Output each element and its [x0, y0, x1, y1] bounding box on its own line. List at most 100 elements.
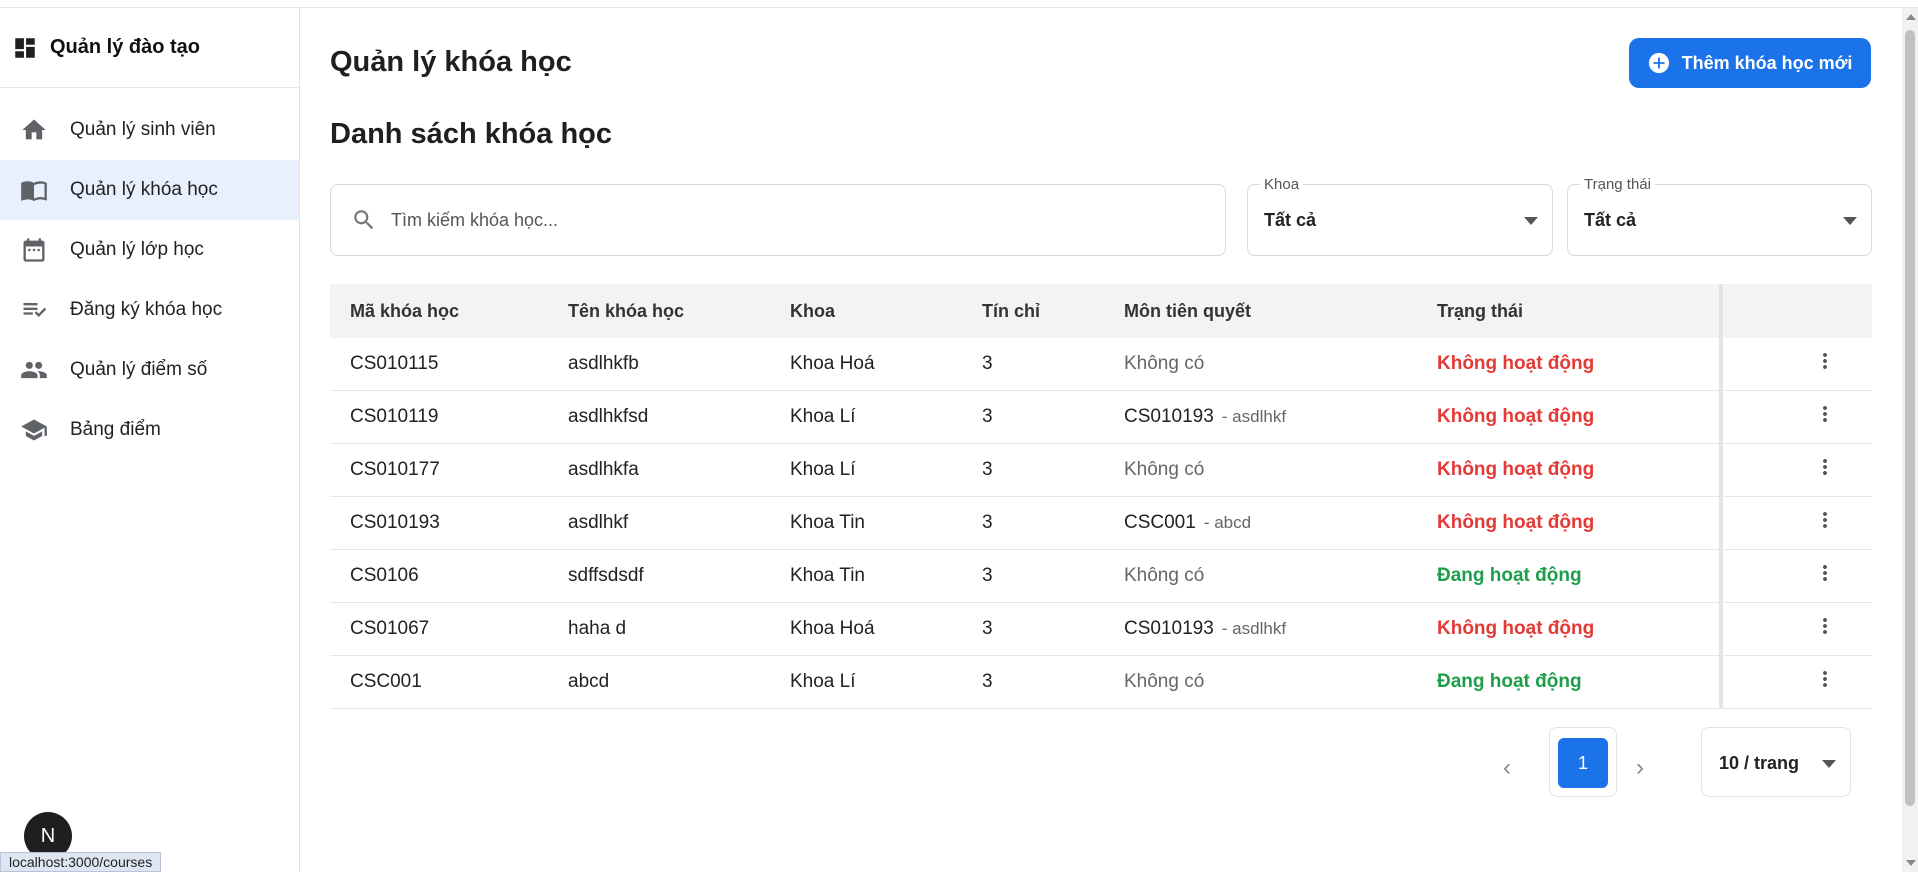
more-vert-icon — [1823, 618, 1827, 634]
table-row[interactable]: CS010177 asdlhkfa Khoa Lí 3 Không có Không ho… — [330, 444, 1872, 497]
course-name: asdlhkfb — [568, 353, 639, 374]
search-icon — [354, 210, 374, 230]
header-status[interactable]: Trạng thái — [1437, 301, 1523, 322]
more-vert-icon — [1823, 512, 1827, 528]
more-vert-icon — [1823, 671, 1827, 687]
row-actions-button[interactable] — [1813, 614, 1837, 644]
course-prerequisite: Không có — [1124, 353, 1204, 375]
sidebar-item-label: Quản lý điểm số — [70, 359, 208, 380]
search-input[interactable] — [391, 209, 1191, 231]
course-code: CS010115 — [350, 353, 439, 374]
status-badge: Không hoạt động — [1437, 459, 1595, 480]
row-actions-button[interactable] — [1813, 667, 1837, 697]
course-credits: 3 — [982, 406, 993, 427]
sidebar-item-classes[interactable]: Quản lý lớp học — [0, 220, 299, 280]
table-header: Mã khóa học Tên khóa học Khoa Tín chỉ Mô… — [330, 284, 1872, 338]
sidebar-item-registration[interactable]: Đăng ký khóa học — [0, 280, 299, 340]
sidebar-item-grades[interactable]: Quản lý điểm số — [0, 340, 299, 400]
header-code[interactable]: Mã khóa học — [350, 301, 459, 322]
table-body: CS010115 asdlhkfb Khoa Hoá 3 Không có Không h… — [330, 338, 1872, 709]
add-course-button[interactable]: Thêm khóa học mới — [1629, 38, 1871, 88]
table-row[interactable]: CS010115 asdlhkfb Khoa Hoá 3 Không có Không h… — [330, 338, 1872, 391]
course-department: Khoa Hoá — [790, 353, 875, 374]
prev-page-button[interactable]: ‹ — [1503, 754, 1511, 782]
course-prerequisite: Không có — [1124, 671, 1204, 693]
course-prerequisite: Không có — [1124, 565, 1204, 587]
row-actions-button[interactable] — [1813, 402, 1837, 432]
sticky-column-divider — [1719, 391, 1723, 443]
sidebar-item-courses[interactable]: Quản lý khóa học — [0, 160, 299, 220]
people-icon — [21, 361, 47, 379]
row-actions-button[interactable] — [1813, 455, 1837, 485]
table-row[interactable]: CSC001 abcd Khoa Lí 3 Không có Đang hoạt động — [330, 656, 1872, 709]
row-actions-button[interactable] — [1813, 349, 1837, 379]
sticky-column-divider — [1719, 550, 1723, 602]
scroll-up-arrow[interactable] — [1906, 14, 1916, 20]
course-prerequisite: Không có — [1124, 459, 1204, 481]
prerequisite-name: - asdlhkf — [1221, 407, 1287, 426]
course-department: Khoa Lí — [790, 406, 856, 427]
prerequisite-name: - abcd — [1203, 513, 1252, 532]
course-code: CS010177 — [350, 459, 440, 480]
course-name: asdlhkf — [568, 512, 629, 533]
course-code: CSC001 — [350, 671, 422, 692]
course-code: CS010119 — [350, 406, 439, 427]
course-credits: 3 — [982, 512, 993, 533]
table-row[interactable]: CS010193 asdlhkf Khoa Tin 3 CSC001 - abcd Khôn… — [330, 497, 1872, 550]
course-name: abcd — [568, 671, 610, 692]
course-department: Khoa Lí — [790, 671, 856, 692]
status-badge: Đang hoạt động — [1437, 565, 1582, 586]
course-prerequisite: CSC001 - abcd — [1124, 512, 1251, 534]
table-row[interactable]: CS0106 sdffsdsdf Khoa Tin 3 Không có Đang hoạ… — [330, 550, 1872, 603]
more-vert-icon — [1823, 565, 1827, 581]
rows-per-page-select[interactable]: 10 / trang — [1701, 727, 1851, 797]
dropdown-arrow-icon — [1843, 217, 1857, 225]
filter-department-select[interactable]: Khoa Tất cả — [1247, 176, 1553, 256]
page-button[interactable]: 1 — [1549, 727, 1617, 797]
table-row[interactable]: CS01067 haha d Khoa Hoá 3 CS010193 - asdlhkf K… — [330, 603, 1872, 656]
sidebar-item-label: Đăng ký khóa học — [70, 299, 223, 320]
brand[interactable]: Quản lý đào tạo — [0, 8, 299, 88]
course-department: Khoa Lí — [790, 459, 856, 480]
school-icon — [21, 419, 47, 441]
course-name: asdlhkfa — [568, 459, 639, 480]
row-actions-button[interactable] — [1813, 561, 1837, 591]
course-credits: 3 — [982, 618, 993, 639]
filter-status-select[interactable]: Trạng thái Tất cả — [1567, 176, 1872, 256]
header-name[interactable]: Tên khóa học — [568, 301, 684, 322]
page-scrollbar[interactable] — [1902, 8, 1918, 872]
header-prerequisite[interactable]: Môn tiên quyết — [1124, 301, 1251, 322]
filter-status-label: Trạng thái — [1580, 176, 1655, 193]
course-department: Khoa Hoá — [790, 618, 875, 639]
row-actions-button[interactable] — [1813, 508, 1837, 538]
filter-department-value: Tất cả — [1264, 210, 1317, 230]
sidebar-item-transcript[interactable]: Bảng điểm — [0, 400, 299, 460]
course-name: sdffsdsdf — [568, 565, 644, 586]
header-credits[interactable]: Tín chỉ — [982, 301, 1040, 322]
scroll-thumb[interactable] — [1905, 30, 1915, 806]
more-vert-icon — [1823, 406, 1827, 422]
page-title: Quản lý khóa học — [330, 46, 572, 78]
prerequisite-code: CS010193 — [1124, 406, 1214, 427]
sticky-column-divider — [1719, 444, 1723, 496]
more-vert-icon — [1823, 353, 1827, 369]
course-code: CS01067 — [350, 618, 430, 639]
sidebar: Quản lý đào tạo Quản lý sinh viên Quản l… — [0, 8, 300, 872]
course-credits: 3 — [982, 671, 993, 692]
prerequisite-code: CS010193 — [1124, 618, 1214, 639]
table-row[interactable]: CS010119 asdlhkfsd Khoa Lí 3 CS010193 - asdlh… — [330, 391, 1872, 444]
status-badge: Đang hoạt động — [1437, 671, 1582, 692]
dropdown-arrow-icon — [1822, 760, 1836, 768]
sidebar-item-label: Quản lý lớp học — [70, 239, 204, 260]
prerequisite-code: Không có — [1124, 565, 1205, 586]
status-badge: Không hoạt động — [1437, 618, 1595, 639]
sidebar-item-students[interactable]: Quản lý sinh viên — [0, 100, 299, 160]
calendar-icon — [23, 238, 45, 262]
scroll-down-arrow[interactable] — [1906, 860, 1916, 866]
header-department[interactable]: Khoa — [790, 301, 835, 322]
filter-department-label: Khoa — [1260, 176, 1304, 193]
sidebar-item-label: Quản lý sinh viên — [70, 119, 216, 140]
course-credits: 3 — [982, 353, 993, 374]
next-page-button[interactable]: › — [1636, 754, 1644, 782]
top-divider — [0, 0, 1918, 8]
